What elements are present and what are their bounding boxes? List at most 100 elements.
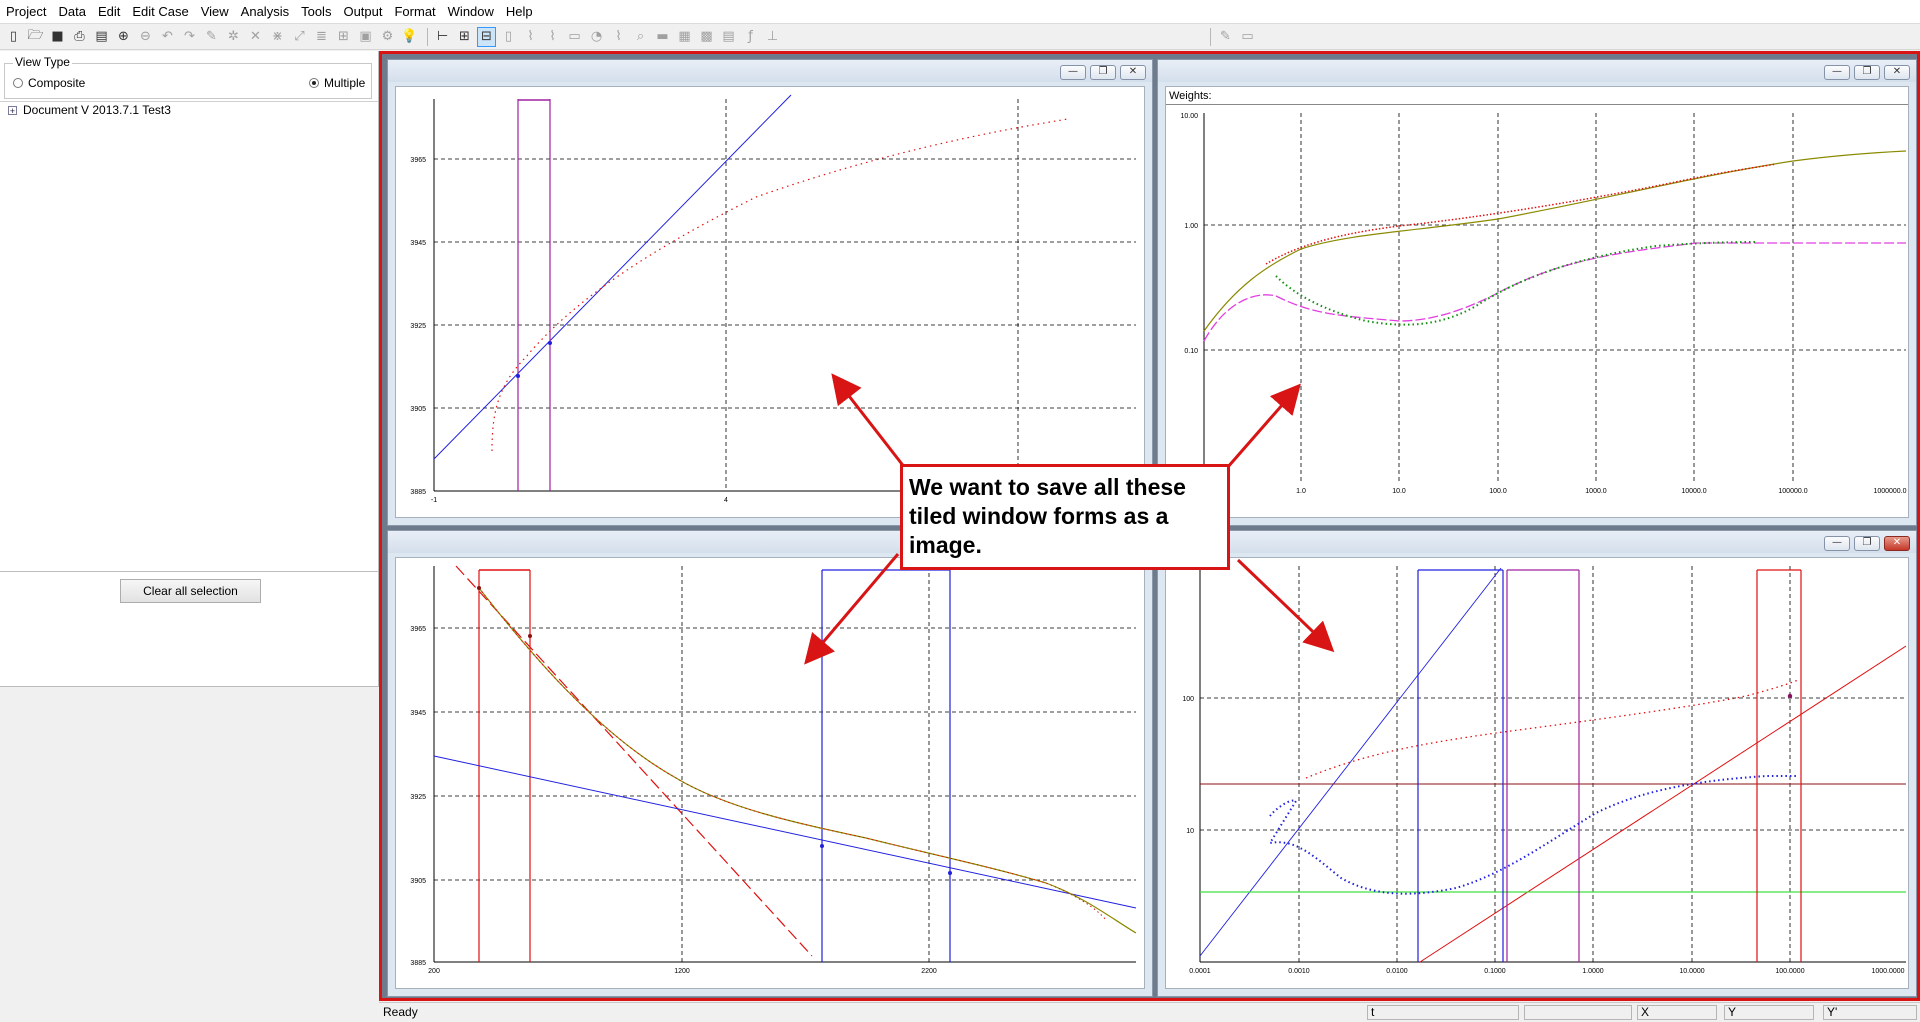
tool-i-icon[interactable]: ⚙ bbox=[378, 27, 397, 47]
chart-b-icon[interactable]: ⌇ bbox=[543, 27, 562, 47]
y-tick-label: 3905 bbox=[410, 878, 426, 885]
status-cell-x: X bbox=[1637, 1005, 1717, 1020]
plot-top-right[interactable]: 10.00 1.00 0.10 1.0 10.0 100.0 1000.0 10… bbox=[1166, 106, 1910, 518]
redo-icon[interactable]: ↷ bbox=[180, 27, 199, 47]
menu-view[interactable]: View bbox=[195, 0, 235, 23]
plot-bottom-right[interactable]: 100 10 0.0001 0.0010 0.0100 0.1000 1.000… bbox=[1166, 558, 1910, 990]
menu-format[interactable]: Format bbox=[388, 0, 441, 23]
restore-icon[interactable]: ❐ bbox=[1854, 65, 1880, 80]
chart-h-icon[interactable]: ▦ bbox=[675, 27, 694, 47]
x-tick-label: 10000.0 bbox=[1681, 488, 1706, 495]
chart-c-icon[interactable]: ▭ bbox=[565, 27, 584, 47]
zoom-in-icon[interactable]: ⊕ bbox=[114, 27, 133, 47]
y-tick-label: 3965 bbox=[410, 626, 426, 633]
fit-line-blue bbox=[433, 755, 1137, 909]
chart-window-bottom-right[interactable]: — ❐ ✕ 100 10 0.0001 0.0010 0.0100 0.1000… bbox=[1157, 530, 1917, 997]
window-titlebar[interactable]: — ❐ ✕ bbox=[1158, 60, 1916, 82]
plot-area[interactable]: 100 10 0.0001 0.0010 0.0100 0.1000 1.000… bbox=[1165, 557, 1909, 989]
chart-d-icon[interactable]: ◔ bbox=[587, 27, 606, 47]
help-lightbulb-icon[interactable]: 💡 bbox=[400, 27, 419, 47]
camera-icon[interactable]: ▭ bbox=[1238, 27, 1257, 47]
series-red-dotted bbox=[491, 118, 1069, 452]
close-icon[interactable]: ✕ bbox=[1884, 536, 1910, 551]
tool-d-icon[interactable]: ⋇ bbox=[268, 27, 287, 47]
zoom-out-icon[interactable]: ⊖ bbox=[136, 27, 155, 47]
status-cell-y-prime: Y' bbox=[1823, 1005, 1917, 1020]
radio-multiple[interactable]: Multiple bbox=[309, 76, 365, 90]
menu-edit-case[interactable]: Edit Case bbox=[126, 0, 194, 23]
grid bbox=[1200, 566, 1906, 962]
radio-multiple-dot[interactable] bbox=[309, 78, 319, 88]
chart-k-icon[interactable]: ⊥ bbox=[763, 27, 782, 47]
tool-h-icon[interactable]: ▣ bbox=[356, 27, 375, 47]
plot-area[interactable]: 3965 3945 3925 3905 3885 200 1200 2200 bbox=[395, 557, 1145, 989]
series-red-dotted bbox=[1265, 163, 1777, 265]
annotation-callout: We want to save all these tiled window f… bbox=[900, 464, 1230, 570]
plot-top-left[interactable]: 3965 3945 3925 3905 3885 -1 4 bbox=[396, 87, 1146, 519]
chart-window-top-left[interactable]: — ❐ ✕ 3965 3945 3925 3905 3885 -1 4 bbox=[387, 59, 1153, 526]
tiled-view-icon[interactable]: ⊟ bbox=[477, 26, 496, 47]
chart-f-icon[interactable]: ⌕ bbox=[631, 27, 650, 47]
radio-composite-dot[interactable] bbox=[13, 78, 23, 88]
print-icon[interactable]: ⎙ bbox=[70, 27, 89, 47]
restore-icon[interactable]: ❐ bbox=[1854, 536, 1880, 551]
window-titlebar[interactable]: — ❐ ✕ bbox=[1158, 531, 1916, 553]
tool-c-icon[interactable]: ✕ bbox=[246, 27, 265, 47]
x-tick-label: 0.1000 bbox=[1484, 968, 1506, 975]
close-icon[interactable]: ✕ bbox=[1120, 65, 1146, 80]
chart-window-top-right[interactable]: — ❐ ✕ Weights: 10.00 1.00 0.10 1.0 10.0 … bbox=[1157, 59, 1917, 526]
formula-icon[interactable]: ƒ bbox=[741, 27, 760, 47]
close-icon[interactable]: ✕ bbox=[1884, 65, 1910, 80]
chart-a-icon[interactable]: ⌇ bbox=[521, 27, 540, 47]
tree-expand-icon[interactable]: + bbox=[8, 105, 17, 115]
window-titlebar[interactable]: — ❐ ✕ bbox=[388, 60, 1152, 82]
x-tick-label: 100000.0 bbox=[1778, 488, 1807, 495]
save-icon[interactable]: ■ bbox=[48, 27, 67, 47]
weights-header: Weights: bbox=[1166, 87, 1908, 105]
menu-tools[interactable]: Tools bbox=[295, 0, 337, 23]
plot-bottom-left[interactable]: 3965 3945 3925 3905 3885 200 1200 2200 bbox=[396, 558, 1146, 990]
tool-g-icon[interactable]: ⊞ bbox=[334, 27, 353, 47]
x-tick-label: 1.0000 bbox=[1582, 968, 1604, 975]
page-icon[interactable]: ▯ bbox=[499, 27, 518, 47]
restore-icon[interactable]: ❐ bbox=[1090, 65, 1116, 80]
menu-analysis[interactable]: Analysis bbox=[235, 0, 295, 23]
tool-f-icon[interactable]: ≣ bbox=[312, 27, 331, 47]
print-preview-icon[interactable]: ▤ bbox=[92, 27, 111, 47]
radio-composite[interactable]: Composite bbox=[13, 76, 85, 90]
pencil-icon[interactable]: ✎ bbox=[1216, 27, 1235, 47]
series-red-dotted bbox=[478, 587, 1107, 921]
tool-a-icon[interactable]: ✎ bbox=[202, 27, 221, 47]
plot-area[interactable]: Weights: 10.00 1.00 0.10 1.0 10.0 100.0 … bbox=[1165, 86, 1909, 518]
tool-e-icon[interactable]: ⤢ bbox=[290, 27, 309, 47]
menu-edit[interactable]: Edit bbox=[92, 0, 126, 23]
minimize-icon[interactable]: — bbox=[1824, 65, 1850, 80]
toolbar-separator bbox=[427, 27, 428, 46]
x-tick-label: 200 bbox=[428, 968, 440, 975]
chart-window-bottom-left[interactable]: 3965 3945 3925 3905 3885 200 1200 2200 bbox=[387, 530, 1153, 997]
chart-e-icon[interactable]: ⌇ bbox=[609, 27, 628, 47]
x-tick-label: 0.0001 bbox=[1189, 968, 1211, 975]
minimize-icon[interactable]: — bbox=[1824, 536, 1850, 551]
minimize-icon[interactable]: — bbox=[1060, 65, 1086, 80]
clear-all-selection-button[interactable]: Clear all selection bbox=[120, 579, 261, 603]
menu-project[interactable]: Project bbox=[0, 0, 52, 23]
tree-view-icon[interactable]: ⊢ bbox=[433, 27, 452, 47]
menu-help[interactable]: Help bbox=[500, 0, 539, 23]
chart-g-icon[interactable]: ▬ bbox=[653, 27, 672, 47]
new-file-icon[interactable]: ▯ bbox=[4, 27, 23, 47]
tool-b-icon[interactable]: ✲ bbox=[224, 27, 243, 47]
menu-window[interactable]: Window bbox=[442, 0, 500, 23]
menu-output[interactable]: Output bbox=[337, 0, 388, 23]
undo-icon[interactable]: ↶ bbox=[158, 27, 177, 47]
menu-data[interactable]: Data bbox=[52, 0, 91, 23]
chart-i-icon[interactable]: ▩ bbox=[697, 27, 716, 47]
plot-area[interactable]: 3965 3945 3925 3905 3885 -1 4 bbox=[395, 86, 1145, 518]
open-folder-icon[interactable]: 🗁 bbox=[26, 27, 45, 47]
x-tick-label: 10.0000 bbox=[1679, 968, 1704, 975]
tree-item-document[interactable]: + Document V 2013.7.1 Test3 bbox=[8, 103, 171, 117]
toolbar-separator-2 bbox=[1210, 27, 1211, 46]
grid-view-icon[interactable]: ⊞ bbox=[455, 27, 474, 47]
slope-line-red bbox=[1419, 645, 1907, 963]
chart-j-icon[interactable]: ▤ bbox=[719, 27, 738, 47]
